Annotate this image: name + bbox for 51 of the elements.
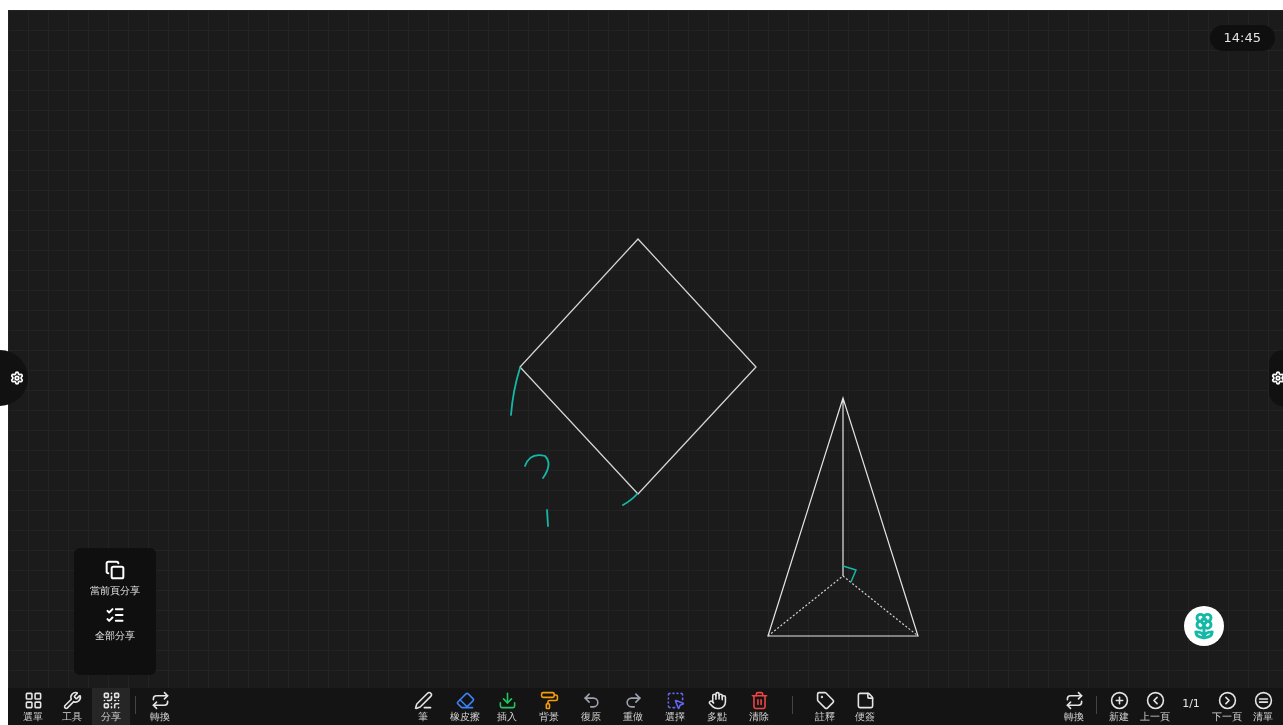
toolbar-button[interactable]: 選單 (14, 688, 52, 725)
settings-icon (1271, 371, 1283, 385)
toolbar-button[interactable]: 重做 (612, 688, 654, 725)
toolbar-button[interactable]: 下一頁 (1209, 688, 1245, 725)
pen-icon (413, 691, 433, 710)
grid-icon (23, 691, 43, 710)
share-menu-item[interactable]: 當前頁分享 (90, 560, 140, 597)
toolbar-button[interactable]: 清單 (1245, 688, 1281, 725)
share-menu-item[interactable]: 全部分享 (95, 605, 135, 642)
toolbar-button[interactable]: 上一頁 (1137, 688, 1173, 725)
toolbar-button[interactable]: 清除 (738, 688, 780, 725)
plus-circle-icon (1109, 691, 1129, 710)
toolbar-button[interactable]: 插入 (486, 688, 528, 725)
selection-icon (665, 691, 685, 710)
toolbar-button[interactable]: 轉換 (141, 688, 179, 725)
note-icon (855, 691, 875, 710)
toolbar-button[interactable]: 工具 (53, 688, 91, 725)
toolbar-button[interactable]: 選擇 (654, 688, 696, 725)
toolbar-button[interactable]: 橡皮擦 (444, 688, 486, 725)
toolbar-button[interactable]: 新建 (1101, 688, 1137, 725)
swap-arrows-icon (1064, 691, 1084, 710)
clock-badge: 14:45 (1209, 25, 1275, 51)
settings-icon (10, 371, 24, 385)
trash-icon (749, 691, 769, 710)
page-indicator: 1/1 (1181, 696, 1201, 712)
toolbar-button[interactable]: 復原 (570, 688, 612, 725)
toolbar-button[interactable]: 筆 (402, 688, 444, 725)
swap-arrows-icon (150, 691, 170, 710)
wrench-icon (62, 691, 82, 710)
paint-roller-icon (539, 691, 559, 710)
list-icon (1253, 691, 1273, 710)
tag-icon (815, 691, 835, 710)
toolbar-button[interactable]: 便簽 (845, 688, 885, 725)
right-settings-handle[interactable] (1269, 350, 1283, 406)
toolbar-button[interactable]: 多點 (696, 688, 738, 725)
toolbar-button[interactable]: 轉換 (1056, 688, 1092, 725)
floating-assistant-button[interactable] (1184, 606, 1224, 646)
eraser-icon (455, 691, 475, 710)
left-settings-handle[interactable] (0, 350, 28, 406)
toolbar-button[interactable]: 註釋 (805, 688, 845, 725)
toolbar-button[interactable]: 分享 (92, 688, 130, 725)
list-icon (105, 605, 125, 625)
redo-icon (623, 691, 643, 710)
insert-arrow-icon (497, 691, 517, 710)
toolbar-button[interactable]: 背景 (528, 688, 570, 725)
qr-code-icon (101, 691, 121, 710)
pages-icon (105, 560, 125, 580)
next-icon (1217, 691, 1237, 710)
undo-icon (581, 691, 601, 710)
previous-icon (1145, 691, 1165, 710)
hand-icon (707, 691, 727, 710)
